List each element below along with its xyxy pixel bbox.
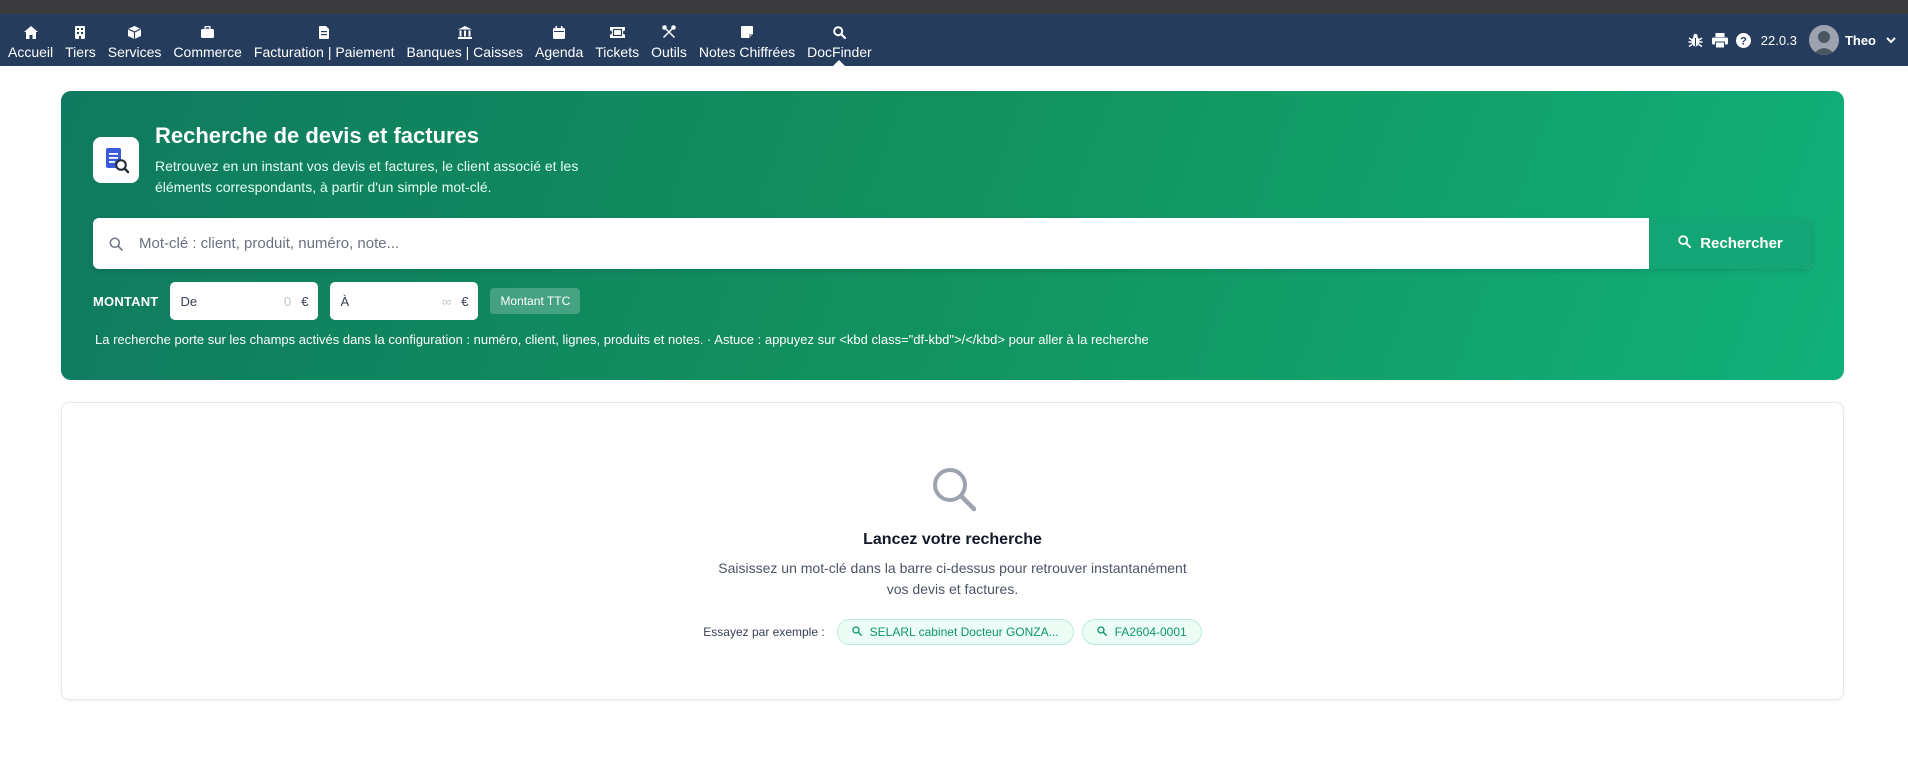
example-chip[interactable]: SELARL cabinet Docteur GONZA... <box>836 619 1074 645</box>
amount-from-placeholder: 0 <box>283 293 292 309</box>
nav-item-accueil[interactable]: Accueil <box>2 14 59 66</box>
invoice-icon <box>319 23 330 41</box>
user-name[interactable]: Theo <box>1845 33 1876 48</box>
print-icon[interactable] <box>1711 31 1729 49</box>
nav-item-outils[interactable]: Outils <box>645 14 693 66</box>
amount-to-field[interactable]: À ∞ € <box>330 282 479 320</box>
nav-item-docfinder[interactable]: DocFinder <box>801 14 878 66</box>
nav-item-facturation[interactable]: Facturation | Paiement <box>248 14 401 66</box>
amount-to-placeholder: ∞ <box>441 293 452 309</box>
chevron-down-icon[interactable] <box>1882 31 1900 49</box>
search-bar: Rechercher <box>93 218 1812 269</box>
page-subtitle: Retrouvez en un instant vos devis et fac… <box>155 158 579 195</box>
nav-item-label: Commerce <box>173 44 242 60</box>
nav-item-tickets[interactable]: Tickets <box>589 14 645 66</box>
home-icon <box>23 23 38 41</box>
search-icon <box>852 625 862 639</box>
nav-item-label: Accueil <box>8 44 54 60</box>
example-chip-label: FA2604-0001 <box>1114 625 1187 639</box>
nav-item-label: DocFinder <box>807 44 872 60</box>
search-icon <box>833 23 846 41</box>
amount-filter: MONTANT De 0 € À ∞ € Montant TTC <box>93 282 581 320</box>
amount-ttc-toggle[interactable]: Montant TTC <box>490 288 581 314</box>
version-label: 22.0.3 <box>1760 32 1797 48</box>
building-icon <box>75 23 86 41</box>
svg-text:?: ? <box>1740 35 1747 47</box>
help-icon[interactable]: ? <box>1735 31 1753 49</box>
nav-item-banques[interactable]: Banques | Caisses <box>401 14 529 66</box>
search-button-label: Rechercher <box>1700 235 1783 252</box>
browser-top-strip <box>0 0 1908 14</box>
nav-item-notes-chiffrees[interactable]: Notes Chiffrées <box>693 14 801 66</box>
nav-item-label: Banques | Caisses <box>406 44 523 60</box>
example-chip[interactable]: FA2604-0001 <box>1081 619 1202 645</box>
calendar-icon <box>553 23 566 41</box>
nav-item-label: Outils <box>651 44 687 60</box>
nav-item-agenda[interactable]: Agenda <box>529 14 589 66</box>
bug-icon[interactable] <box>1687 31 1705 49</box>
main-menu: Accueil Tiers Services Commerce Facturat… <box>0 14 878 66</box>
amount-from-label: De <box>180 293 198 309</box>
docfinder-hero-panel: Recherche de devis et factures Retrouvez… <box>61 91 1844 380</box>
empty-state-title: Lancez votre recherche <box>863 531 1042 548</box>
amount-from-field[interactable]: De 0 € <box>170 282 319 320</box>
note-icon <box>741 23 753 41</box>
currency-symbol: € <box>461 293 469 309</box>
nav-item-label: Agenda <box>534 44 584 60</box>
amount-to-label: À <box>340 293 350 309</box>
currency-symbol: € <box>301 293 309 309</box>
example-chip-label: SELARL cabinet Docteur GONZA... <box>869 625 1059 639</box>
amount-label: MONTANT <box>93 293 159 309</box>
search-button[interactable]: Rechercher <box>1649 218 1812 269</box>
nav-item-commerce[interactable]: Commerce <box>167 14 247 66</box>
user-avatar[interactable] <box>1808 25 1839 55</box>
navbar-right-tools: ? 22.0.3 Theo <box>1687 14 1908 66</box>
search-examples: Essayez par exemple : SELARL cabinet Doc… <box>62 619 1843 645</box>
results-empty-state: Lancez votre recherche Saisissez un mot-… <box>61 402 1844 700</box>
magnifier-icon <box>930 465 978 513</box>
nav-item-label: Services <box>107 44 162 60</box>
document-search-icon <box>93 137 139 183</box>
top-navbar: Accueil Tiers Services Commerce Facturat… <box>0 14 1908 66</box>
nav-item-label: Facturation | Paiement <box>253 44 395 60</box>
search-icon <box>1678 235 1692 252</box>
briefcase-icon <box>201 23 215 41</box>
search-icon <box>93 237 139 251</box>
page-title: Recherche de devis et factures <box>155 123 480 148</box>
empty-state-text: Saisissez un mot-clé dans la barre ci-de… <box>718 560 1187 597</box>
nav-item-tiers[interactable]: Tiers <box>59 14 102 66</box>
search-input[interactable] <box>139 235 1649 252</box>
bank-icon <box>457 23 472 41</box>
search-hint: La recherche porte sur les champs activé… <box>95 332 1149 347</box>
nav-item-label: Tickets <box>595 44 640 60</box>
nav-item-services[interactable]: Services <box>102 14 168 66</box>
ticket-icon <box>609 23 625 41</box>
nav-item-label: Notes Chiffrées <box>698 44 796 60</box>
cube-icon <box>128 23 142 41</box>
search-icon <box>1096 625 1107 639</box>
examples-label: Essayez par exemple : <box>703 625 825 639</box>
tools-icon <box>662 23 676 41</box>
nav-item-label: Tiers <box>65 44 96 60</box>
